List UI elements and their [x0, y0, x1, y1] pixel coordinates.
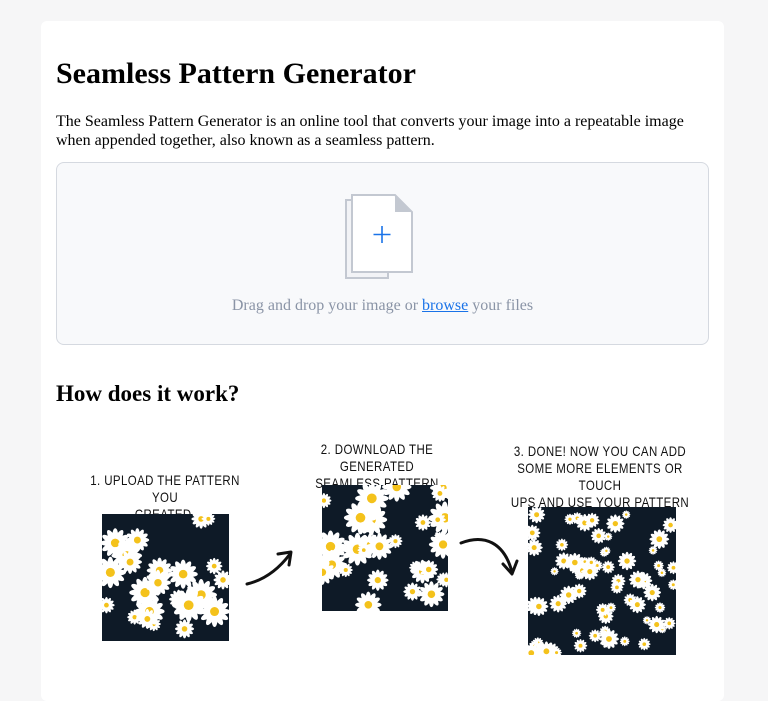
- browse-link[interactable]: browse: [422, 297, 468, 314]
- how-it-works-title: How does it work?: [56, 381, 240, 406]
- dropzone-text-after: your files: [472, 297, 534, 314]
- add-file-icon: [345, 194, 413, 279]
- page-title: Seamless Pattern Generator: [56, 57, 416, 90]
- pattern-example-original: [102, 514, 229, 641]
- image-dropzone[interactable]: Drag and drop your image or browse your …: [56, 162, 709, 345]
- dropzone-text-before: Drag and drop your image or: [231, 297, 419, 314]
- intro-text: The Seamless Pattern Generator is an onl…: [56, 113, 684, 149]
- arrow-curved-down-icon: [459, 538, 519, 576]
- pattern-example-generated: [322, 485, 448, 611]
- step-3-caption: 3. DONE! Now you can add some more eleme…: [510, 443, 690, 510]
- pattern-example-tiled: [528, 507, 676, 655]
- arrow-right-icon: [245, 550, 293, 586]
- dropzone-instructions: Drag and drop your image or browse your …: [57, 297, 708, 315]
